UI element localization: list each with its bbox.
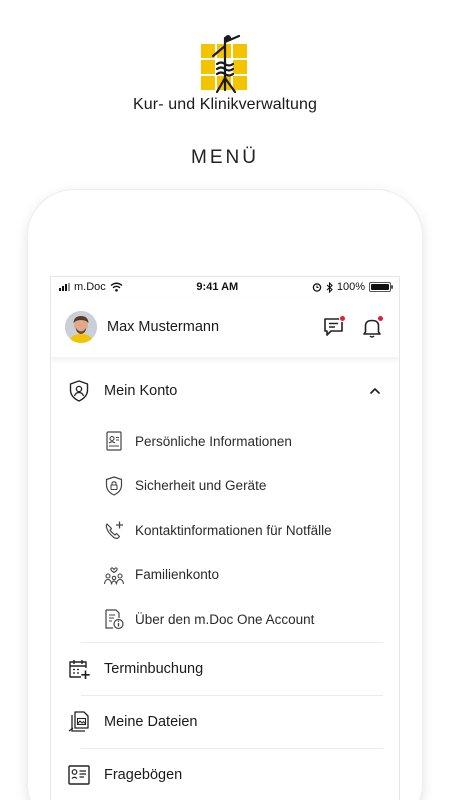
brand-name: Kur- und Klinikverwaltung [133, 96, 317, 113]
submenu-item-emergency-contacts[interactable]: Kontaktinformationen für Notfälle [67, 508, 383, 553]
questionnaire-icon [68, 764, 90, 785]
info-document-icon [105, 609, 124, 630]
submenu-label: Sicherheit und Geräte [135, 478, 267, 494]
menu-item-label: Fragebögen [104, 766, 183, 783]
files-icon [68, 710, 89, 732]
submenu-item-security[interactable]: Sicherheit und Geräte [67, 464, 383, 509]
submenu-label: Persönliche Informationen [135, 433, 292, 449]
submenu-label: Familienkonto [135, 567, 220, 583]
menu-item-my-files[interactable]: Meine Dateien [67, 696, 383, 748]
carrier-label: m.Doc [74, 281, 106, 293]
wifi-icon [110, 282, 123, 292]
notification-dot [339, 315, 346, 322]
notification-dot [377, 315, 384, 322]
signal-icon [59, 283, 70, 291]
submenu-label: Über den m.Doc One Account [135, 611, 315, 627]
clock: 9:41 AM [196, 281, 239, 293]
status-bar: m.Doc 9:41 AM 100% [51, 277, 399, 297]
user-name: Max Mustermann [107, 319, 220, 335]
family-icon [103, 567, 125, 585]
avatar[interactable] [65, 311, 97, 343]
chevron-up-icon[interactable] [369, 385, 381, 397]
menu-section-label: Mein Konto [104, 383, 178, 399]
battery-icon [368, 282, 393, 292]
user-header: Max Mustermann [51, 297, 399, 357]
phone-plus-icon [105, 521, 123, 540]
id-card-icon [106, 431, 122, 451]
submenu-label: Kontaktinformationen für Notfälle [135, 522, 332, 538]
clinic-logo-icon [201, 34, 247, 94]
messages-button[interactable] [321, 314, 347, 340]
bluetooth-icon [326, 281, 333, 293]
phone-screen: m.Doc 9:41 AM 100% Max Mustermann Mein K… [50, 276, 400, 800]
brand-header: Kur- und Klinikverwaltung [0, 34, 450, 114]
account-shield-icon [69, 380, 89, 402]
menu-item-label: Meine Dateien [104, 713, 198, 730]
submenu-item-about-account[interactable]: Über den m.Doc One Account [67, 597, 383, 642]
shield-lock-icon [105, 476, 123, 496]
notifications-button[interactable] [359, 314, 385, 340]
menu-item-questionnaires[interactable]: Fragebögen [67, 749, 383, 800]
menu-item-label: Terminbuchung [104, 660, 204, 677]
menu-item-appointment-booking[interactable]: Terminbuchung [67, 643, 383, 695]
menu-list: Mein Konto Persönliche Informationen Sic… [51, 363, 399, 800]
submenu-item-family-account[interactable]: Familienkonto [67, 553, 383, 598]
page-title: MENÜ [191, 147, 259, 168]
menu-section-mein-konto[interactable]: Mein Konto [67, 363, 383, 419]
calendar-plus-icon [69, 659, 90, 679]
battery-percent: 100% [336, 281, 365, 293]
alarm-icon [312, 283, 322, 292]
submenu-item-personal-info[interactable]: Persönliche Informationen [67, 419, 383, 464]
